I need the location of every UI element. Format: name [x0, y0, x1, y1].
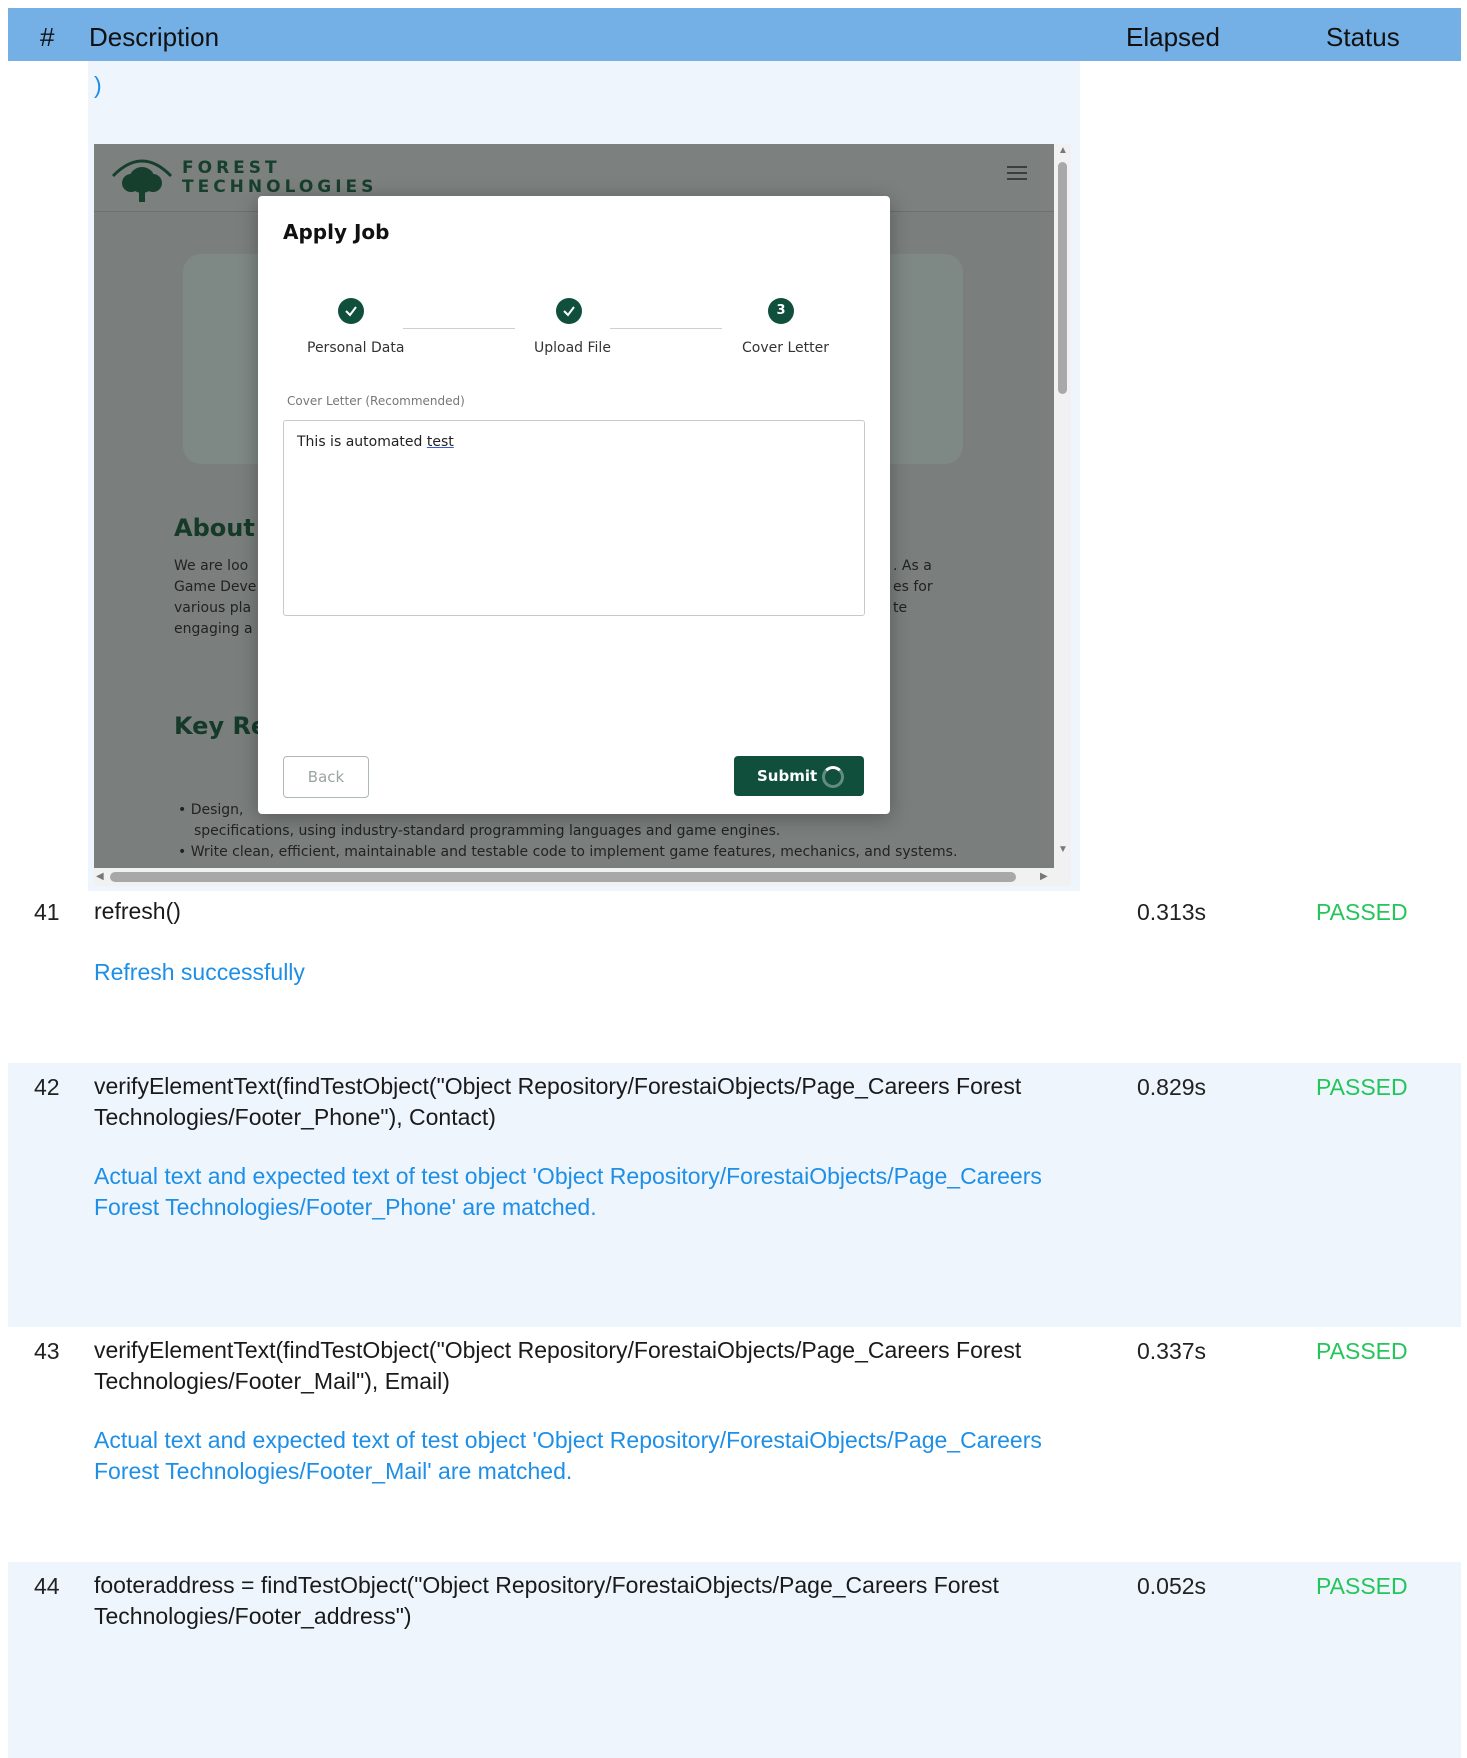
row-message: Actual text and expected text of test ob… — [94, 1427, 1042, 1484]
row-elapsed: 0.337s — [1137, 1338, 1207, 1364]
horizontal-scrollbar[interactable]: ◀ ▶ — [94, 868, 1054, 886]
row-elapsed: 0.829s — [1137, 1074, 1207, 1100]
key-responsibilities-heading: Key Re — [174, 712, 268, 740]
about-heading: About — [174, 514, 255, 542]
row-description: verifyElementText(findTestObject("Object… — [94, 1073, 1022, 1130]
step-3-indicator: 3 — [768, 298, 794, 324]
about-text-right: . As a es for te — [893, 558, 933, 616]
submit-label: Submit — [757, 767, 818, 785]
textarea-value: This is automated test — [297, 434, 454, 450]
logo-text-technologies: TECHNOLOGIES — [182, 177, 378, 197]
header-num: # — [40, 22, 55, 52]
step-2-check-icon — [556, 298, 582, 324]
step-3-label: Cover Letter — [742, 340, 829, 356]
row-elapsed: 0.052s — [1137, 1573, 1207, 1599]
forest-logo-icon — [111, 159, 173, 202]
cover-letter-label: Cover Letter (Recommended) — [287, 394, 465, 408]
vertical-scrollbar[interactable]: ▲ ▼ — [1054, 144, 1071, 886]
status-badge: PASSED — [1316, 1573, 1408, 1599]
vertical-scroll-thumb[interactable] — [1058, 162, 1067, 394]
row-description: refresh() — [94, 898, 181, 924]
modal-title: Apply Job — [283, 220, 390, 244]
step-connector-1 — [403, 328, 515, 329]
scroll-left-icon[interactable]: ◀ — [96, 871, 104, 882]
hamburger-menu-icon[interactable] — [1007, 166, 1027, 184]
back-button[interactable]: Back — [283, 756, 369, 798]
scroll-down-icon[interactable]: ▼ — [1058, 844, 1068, 855]
row-message: Actual text and expected text of test ob… — [94, 1163, 1042, 1220]
row-message: Refresh successfully — [94, 959, 305, 985]
row-elapsed: 0.313s — [1137, 899, 1207, 925]
caption-tail: ) — [94, 72, 102, 98]
header-elapsed: Elapsed — [1126, 22, 1220, 52]
submit-button[interactable]: Submit — [734, 756, 864, 796]
table-header: # Description Elapsed Status — [8, 8, 1461, 61]
status-badge: PASSED — [1316, 899, 1408, 925]
table-row: 44 footeraddress = findTestObject("Objec… — [8, 1562, 1461, 1758]
step-2-label: Upload File — [534, 340, 611, 356]
status-badge: PASSED — [1316, 1338, 1408, 1364]
status-badge: PASSED — [1316, 1074, 1408, 1100]
step-1-label: Personal Data — [307, 340, 405, 356]
row-description: footeraddress = findTestObject("Object R… — [94, 1572, 999, 1629]
apply-job-modal: Apply Job Personal Data Upload File 3 Co… — [258, 196, 890, 814]
row-num: 42 — [34, 1074, 60, 1100]
scroll-right-icon[interactable]: ▶ — [1040, 871, 1048, 882]
row-num: 44 — [34, 1573, 60, 1599]
row-num: 41 — [34, 899, 60, 925]
row-description: verifyElementText(findTestObject("Object… — [94, 1337, 1022, 1394]
scroll-up-icon[interactable]: ▲ — [1058, 145, 1068, 156]
horizontal-scroll-thumb[interactable] — [110, 872, 1016, 882]
header-description: Description — [89, 22, 220, 52]
cover-letter-textarea[interactable]: This is automated test — [283, 420, 865, 616]
table-row: 42 verifyElementText(findTestObject("Obj… — [8, 1063, 1461, 1327]
embedded-screenshot: FOREST TECHNOLOGIES About We are loo Gam… — [94, 144, 1054, 886]
logo-text-forest: FOREST — [182, 158, 281, 178]
row-num: 43 — [34, 1338, 60, 1364]
about-text-left: We are loo Game Deve various pla engagin… — [174, 558, 257, 637]
loading-spinner-icon — [822, 766, 844, 788]
step-connector-2 — [610, 328, 722, 329]
step-1-check-icon — [338, 298, 364, 324]
header-status: Status — [1326, 22, 1400, 52]
